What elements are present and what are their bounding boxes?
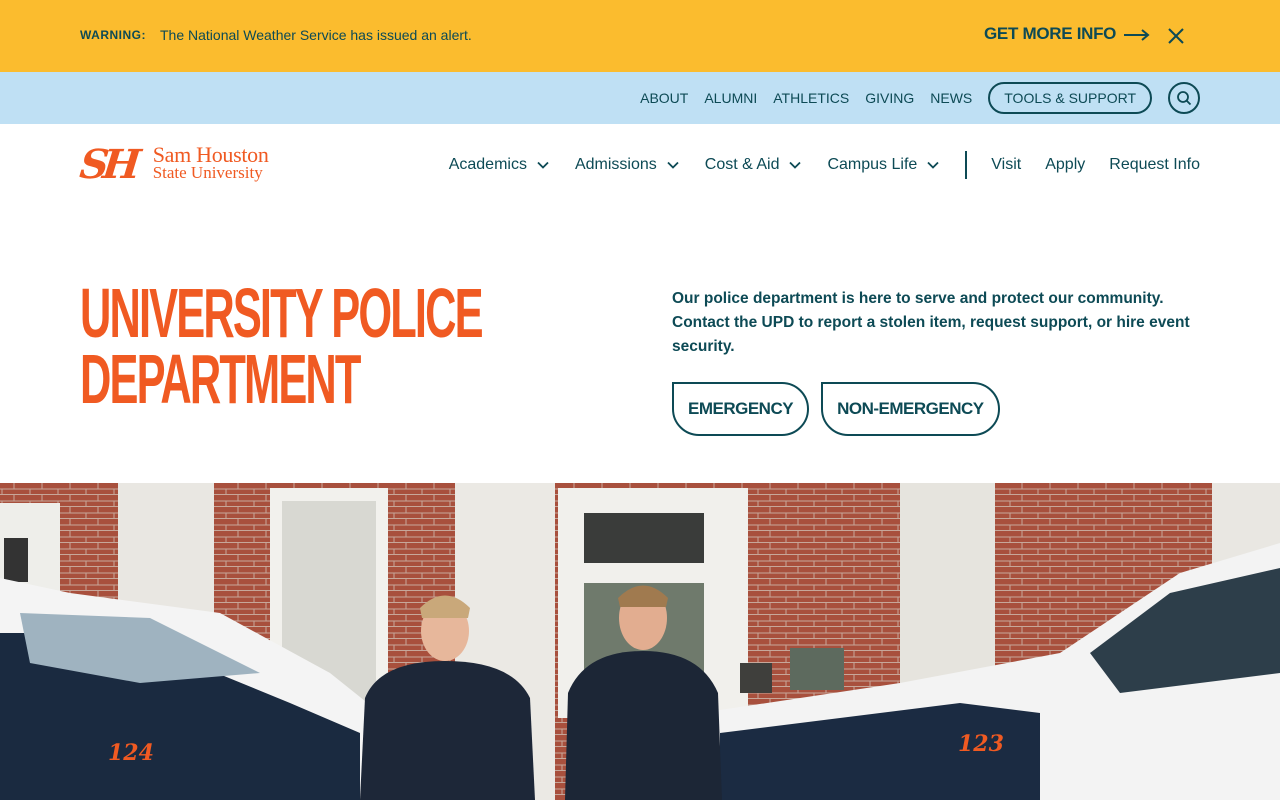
nav-menu-label: Cost & Aid bbox=[704, 156, 780, 173]
close-icon[interactable] bbox=[1166, 26, 1186, 46]
nav-divider bbox=[965, 151, 968, 179]
car-number-right: 123 bbox=[958, 731, 1004, 757]
main-navigation: SH Sam Houston State University Academic… bbox=[0, 124, 1280, 206]
hero-photo: 124 123 bbox=[0, 483, 1280, 800]
chevron-down-icon bbox=[667, 161, 679, 169]
arrow-right-icon bbox=[1124, 29, 1150, 41]
nav-link-apply[interactable]: Apply bbox=[1045, 156, 1085, 174]
utility-link-alumni[interactable]: ALUMNI bbox=[704, 90, 757, 106]
nav-link-visit[interactable]: Visit bbox=[991, 156, 1021, 174]
utility-bar: ABOUT ALUMNI ATHLETICS GIVING NEWS TOOLS… bbox=[0, 72, 1280, 124]
nav-menu-campus-life[interactable]: Campus Life bbox=[827, 156, 939, 174]
search-button[interactable] bbox=[1168, 82, 1200, 114]
utility-link-giving[interactable]: GIVING bbox=[865, 90, 914, 106]
get-more-info-label: GET MORE INFO bbox=[984, 24, 1117, 43]
nav-link-request-info[interactable]: Request Info bbox=[1109, 156, 1200, 174]
chevron-down-icon bbox=[927, 161, 939, 169]
non-emergency-button[interactable]: NON-EMERGENCY bbox=[821, 382, 1000, 436]
hero-description: Our police department is here to serve a… bbox=[672, 290, 1190, 355]
alert-message: The National Weather Service has issued … bbox=[160, 27, 472, 43]
nav-menu-label: Admissions bbox=[574, 156, 657, 173]
tools-support-button[interactable]: TOOLS & SUPPORT bbox=[988, 82, 1152, 114]
search-icon bbox=[1177, 91, 1192, 106]
utility-nav: ABOUT ALUMNI ATHLETICS GIVING NEWS TOOLS… bbox=[624, 82, 1200, 114]
logo-line-1: Sam Houston bbox=[152, 142, 269, 167]
chevron-down-icon bbox=[789, 161, 802, 169]
nav-menu-label: Campus Life bbox=[827, 156, 918, 173]
hero-buttons: EMERGENCY NON-EMERGENCY bbox=[672, 382, 1000, 436]
nav-menu-admissions[interactable]: Admissions bbox=[575, 156, 679, 174]
page-title: UNIVERSITY POLICE DEPARTMENT bbox=[80, 274, 484, 418]
logo-wordmark: Sam Houston State University bbox=[152, 142, 269, 182]
utility-link-athletics[interactable]: ATHLETICS bbox=[773, 90, 849, 106]
chevron-down-icon bbox=[537, 161, 549, 169]
page-title-line-2: DEPARTMENT bbox=[80, 340, 361, 418]
page-title-line-1: UNIVERSITY POLICE bbox=[80, 274, 484, 352]
nav-menu-label: Academics bbox=[448, 156, 527, 173]
get-more-info-link[interactable]: GET MORE INFO bbox=[984, 24, 1150, 44]
alert-banner: WARNING: The National Weather Service ha… bbox=[0, 0, 1280, 72]
utility-link-news[interactable]: NEWS bbox=[930, 90, 972, 106]
university-logo[interactable]: SH Sam Houston State University bbox=[77, 141, 269, 188]
nav-items: Academics Admissions Cost & Aid Campus L… bbox=[449, 150, 1200, 180]
alert-label: WARNING: bbox=[80, 28, 146, 42]
logo-line-2: State University bbox=[152, 163, 263, 182]
police-officers-photo: 124 123 bbox=[0, 483, 1280, 800]
nav-menu-cost-aid[interactable]: Cost & Aid bbox=[705, 156, 802, 174]
emergency-button[interactable]: EMERGENCY bbox=[672, 382, 810, 436]
car-number-left: 124 bbox=[108, 740, 154, 766]
utility-link-about[interactable]: ABOUT bbox=[640, 90, 688, 106]
logo-mark: SH bbox=[77, 141, 138, 188]
nav-menu-academics[interactable]: Academics bbox=[449, 156, 549, 174]
